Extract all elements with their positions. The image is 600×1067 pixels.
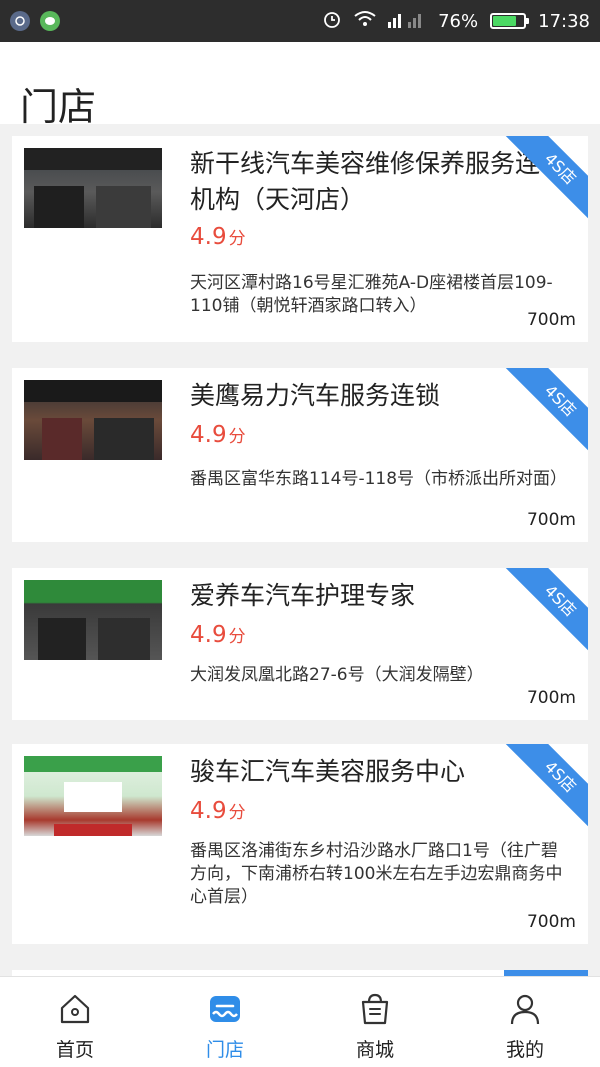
rating-value: 4.9 bbox=[190, 224, 227, 250]
badge-ribbon: 4S店 bbox=[504, 568, 588, 652]
rating-unit: 分 bbox=[228, 627, 246, 647]
page-title: 门店 bbox=[20, 85, 97, 129]
store-card[interactable]: 美鹰易力汽车服务连锁 4.9 分 番禺区富华东路114号-118号（市桥派出所对面… bbox=[12, 368, 588, 542]
store-distance: 700m bbox=[526, 688, 576, 708]
store-rating: 4.9 分 bbox=[190, 798, 246, 824]
badge-ribbon: 4S店 bbox=[504, 368, 588, 452]
store-rating: 4.9 分 bbox=[190, 422, 246, 448]
store-photo bbox=[24, 380, 162, 460]
store-rating: 4.9 分 bbox=[190, 224, 246, 250]
rating-unit: 分 bbox=[228, 229, 246, 249]
tab-home[interactable]: 首页 bbox=[0, 977, 150, 1067]
user-icon bbox=[507, 991, 543, 1027]
tab-profile[interactable]: 我的 bbox=[450, 977, 600, 1067]
tab-label: 商城 bbox=[355, 1039, 394, 1061]
clock: 17:38 bbox=[538, 10, 590, 32]
rating-value: 4.9 bbox=[190, 622, 227, 648]
store-distance: 700m bbox=[526, 510, 576, 530]
store-address: 天河区潭村路16号星汇雅苑A-D座裙楼首层109-110铺（朝悦轩酒家路口转入） bbox=[190, 273, 553, 316]
alarm-icon bbox=[322, 9, 342, 34]
bottom-tab-bar: 首页 门店 商城 我的 bbox=[0, 976, 600, 1067]
store-photo bbox=[24, 580, 162, 660]
store-icon bbox=[207, 991, 243, 1027]
badge-ribbon: 4S店 bbox=[504, 136, 588, 220]
badge-4s: 4S店 bbox=[504, 136, 588, 220]
store-distance: 700m bbox=[526, 912, 576, 932]
page-header: 门店 bbox=[0, 42, 600, 129]
store-card[interactable]: 骏车汇汽车美容服务中心 4.9 分 番禺区洛浦街东乡村沿沙路水厂路口1号（往广碧方… bbox=[12, 744, 588, 944]
store-card[interactable]: 爱养车汽车护理专家 4.9 分 大润发凤凰北路27-6号（大润发隔壁） 700m … bbox=[12, 568, 588, 720]
rating-value: 4.9 bbox=[190, 422, 227, 448]
rating-unit: 分 bbox=[228, 427, 246, 447]
badge-ribbon: 4S店 bbox=[504, 744, 588, 828]
tab-label: 我的 bbox=[505, 1039, 544, 1061]
wechat-notification-icon bbox=[40, 11, 60, 31]
store-address: 番禺区洛浦街东乡村沿沙路水厂路口1号（往广碧方向，下南浦桥右转100米左右左手边… bbox=[190, 841, 563, 907]
store-address: 大润发凤凰北路27-6号（大润发隔壁） bbox=[190, 665, 484, 685]
tab-label: 门店 bbox=[205, 1039, 244, 1061]
signal-icon bbox=[388, 10, 426, 33]
store-rating: 4.9 分 bbox=[190, 622, 246, 648]
rating-unit: 分 bbox=[228, 803, 246, 823]
store-list[interactable]: 新干线汽车美容维修保养服务连锁机构（天河店） 4.9 分 天河区潭村路16号星汇雅… bbox=[0, 124, 600, 976]
battery-percent: 76% bbox=[438, 10, 479, 32]
tab-label: 首页 bbox=[55, 1039, 94, 1061]
store-address: 番禺区富华东路114号-118号（市桥派出所对面） bbox=[190, 469, 568, 489]
battery-icon bbox=[490, 13, 530, 29]
store-distance: 700m bbox=[526, 310, 576, 330]
app-notification-icon bbox=[10, 11, 30, 31]
wifi-icon bbox=[354, 10, 376, 33]
tab-store[interactable]: 门店 bbox=[150, 977, 300, 1067]
badge-4s: 4S店 bbox=[504, 368, 588, 452]
badge-4s: 4S店 bbox=[504, 568, 588, 652]
badge-4s: 4S店 bbox=[504, 744, 588, 828]
home-icon bbox=[57, 991, 93, 1027]
notification-icons bbox=[10, 11, 60, 31]
store-photo bbox=[24, 148, 162, 228]
store-card[interactable]: 新干线汽车美容维修保养服务连锁机构（天河店） 4.9 分 天河区潭村路16号星汇雅… bbox=[12, 136, 588, 342]
tab-mall[interactable]: 商城 bbox=[300, 977, 450, 1067]
rating-value: 4.9 bbox=[190, 798, 227, 824]
status-bar: 76% 17:38 bbox=[0, 0, 600, 42]
store-photo bbox=[24, 756, 162, 836]
shopping-bag-icon bbox=[357, 991, 393, 1027]
